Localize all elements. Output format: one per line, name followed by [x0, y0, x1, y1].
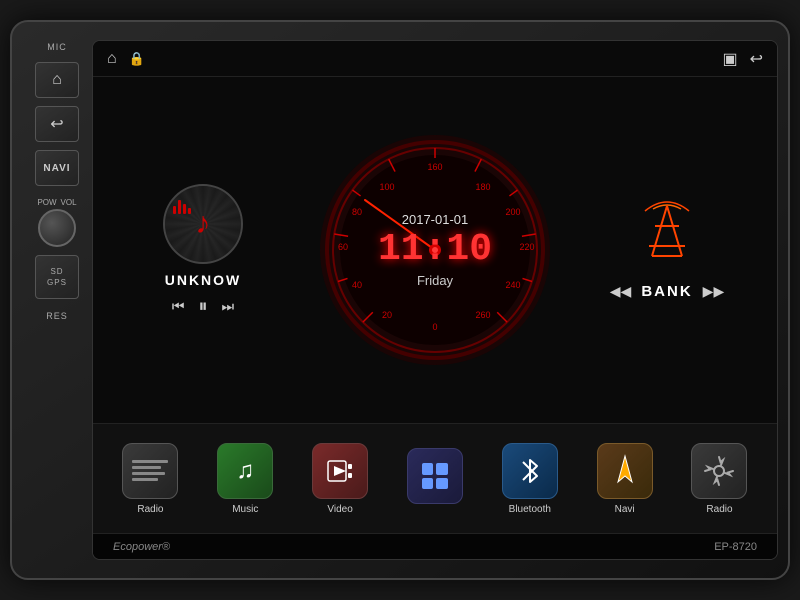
- music-panel: ♪ UNKNOW ⏮ ⏸ ⏭: [113, 184, 293, 317]
- svg-text:180: 180: [475, 182, 490, 192]
- sd-gps-button[interactable]: SD GPS: [35, 255, 79, 299]
- music-note-icon: ♪: [196, 207, 211, 241]
- back-side-icon: ↩: [50, 114, 63, 134]
- radio-prev-button[interactable]: ◀◀: [610, 283, 632, 300]
- antenna-icon: [637, 201, 697, 271]
- volume-knob[interactable]: [38, 209, 76, 247]
- gauge: 80 60 40 20 0 260 240 220 200 180 160 10…: [315, 130, 555, 370]
- radio-next-button[interactable]: ▶▶: [703, 283, 725, 300]
- svg-text:60: 60: [338, 242, 348, 252]
- app-item-radio[interactable]: Radio: [115, 443, 185, 515]
- top-bar: ⌂ 🔒 ▣ ↩: [93, 41, 777, 77]
- radio-station: BANK: [641, 283, 692, 300]
- mic-label: MIC: [47, 42, 67, 52]
- bluetooth-icon: [516, 454, 544, 488]
- app-item-apps[interactable]: [400, 448, 470, 509]
- device: MIC ⌂ ↩ NAVI POW VOL SD GPS RES ⌂: [10, 20, 790, 580]
- navi-label: NAVI: [43, 163, 70, 174]
- app-icon-settings: [691, 443, 747, 499]
- knob-area: POW VOL: [37, 198, 76, 247]
- app-label-music: Music: [232, 504, 258, 515]
- svg-text:220: 220: [519, 242, 534, 252]
- back-side-button[interactable]: ↩: [35, 106, 79, 142]
- app-item-bluetooth[interactable]: Bluetooth: [495, 443, 565, 515]
- pow-label: POW: [37, 198, 56, 207]
- lock-top-icon[interactable]: 🔒: [129, 51, 145, 67]
- home-side-button[interactable]: ⌂: [35, 62, 79, 98]
- music-app-icon: ♫: [236, 457, 254, 485]
- brand-model: EP-8720: [714, 541, 757, 553]
- left-panel: MIC ⌂ ↩ NAVI POW VOL SD GPS RES: [22, 32, 92, 568]
- sd-label: SD: [50, 266, 63, 277]
- navi-button[interactable]: NAVI: [35, 150, 79, 186]
- radio-controls: ◀◀ BANK ▶▶: [610, 283, 724, 300]
- clock-time: 11:10: [378, 231, 492, 269]
- clock-section: ♪ UNKNOW ⏮ ⏸ ⏭: [93, 77, 777, 423]
- svg-text:80: 80: [352, 207, 362, 217]
- brand-bar: Ecopower® EP-8720: [93, 533, 777, 559]
- prev-button[interactable]: ⏮: [172, 298, 185, 315]
- app-label-bluetooth: Bluetooth: [509, 504, 551, 515]
- brand-name: Ecopower®: [113, 541, 170, 553]
- app-label-radio: Radio: [137, 504, 163, 515]
- app-label-navi: Navi: [615, 504, 635, 515]
- app-icon-navi: [597, 443, 653, 499]
- app-icon-bluetooth: [502, 443, 558, 499]
- vol-label: VOL: [61, 198, 77, 207]
- screen: ⌂ 🔒 ▣ ↩: [92, 40, 778, 560]
- brand-text: Ecopower: [113, 541, 162, 553]
- svg-text:260: 260: [475, 310, 490, 320]
- app-label-video: Video: [327, 504, 352, 515]
- visualizer: [173, 194, 191, 214]
- app-icon-video: [312, 443, 368, 499]
- video-play-icon: [326, 457, 354, 485]
- svg-text:0: 0: [432, 322, 437, 332]
- next-button[interactable]: ⏭: [222, 298, 235, 315]
- svg-text:100: 100: [379, 182, 394, 192]
- gauge-date: 2017-01-01: [402, 212, 469, 227]
- pow-vol-labels: POW VOL: [37, 198, 76, 207]
- app-item-settings[interactable]: Radio: [684, 443, 754, 515]
- radio-icon-lines: [132, 457, 168, 485]
- gauge-inner: 2017-01-01 11:10 Friday: [378, 212, 492, 288]
- window-top-icon[interactable]: ▣: [722, 49, 737, 69]
- svg-text:40: 40: [352, 280, 362, 290]
- grid-apps-icon: [422, 463, 448, 489]
- home-top-icon[interactable]: ⌂: [107, 50, 117, 68]
- svg-text:240: 240: [505, 280, 520, 290]
- top-bar-right: ▣ ↩: [722, 49, 763, 69]
- gps-label: GPS: [47, 277, 67, 288]
- play-pause-button[interactable]: ⏸: [199, 296, 208, 317]
- navi-compass-icon: [610, 454, 640, 488]
- svg-text:20: 20: [382, 310, 392, 320]
- playback-controls: ⏮ ⏸ ⏭: [172, 296, 234, 317]
- svg-text:200: 200: [505, 207, 520, 217]
- top-bar-left: ⌂ 🔒: [107, 50, 145, 68]
- app-icon-apps: [407, 448, 463, 504]
- home-side-icon: ⌂: [52, 71, 62, 89]
- app-grid: Radio ♫ Music: [93, 423, 777, 533]
- album-art[interactable]: ♪: [163, 184, 243, 264]
- app-icon-radio: [122, 443, 178, 499]
- res-label: RES: [46, 311, 68, 321]
- app-item-navi[interactable]: Navi: [590, 443, 660, 515]
- track-name: UNKNOW: [165, 272, 242, 288]
- main-content: ♪ UNKNOW ⏮ ⏸ ⏭: [93, 77, 777, 533]
- app-item-video[interactable]: Video: [305, 443, 375, 515]
- clock-day: Friday: [417, 273, 453, 288]
- svg-text:160: 160: [427, 162, 442, 172]
- back-top-icon[interactable]: ↩: [750, 49, 763, 69]
- app-label-settings: Radio: [706, 504, 732, 515]
- app-item-music[interactable]: ♫ Music: [210, 443, 280, 515]
- app-icon-music: ♫: [217, 443, 273, 499]
- radio-panel: ◀◀ BANK ▶▶: [577, 201, 757, 300]
- settings-gear-icon: [703, 455, 735, 487]
